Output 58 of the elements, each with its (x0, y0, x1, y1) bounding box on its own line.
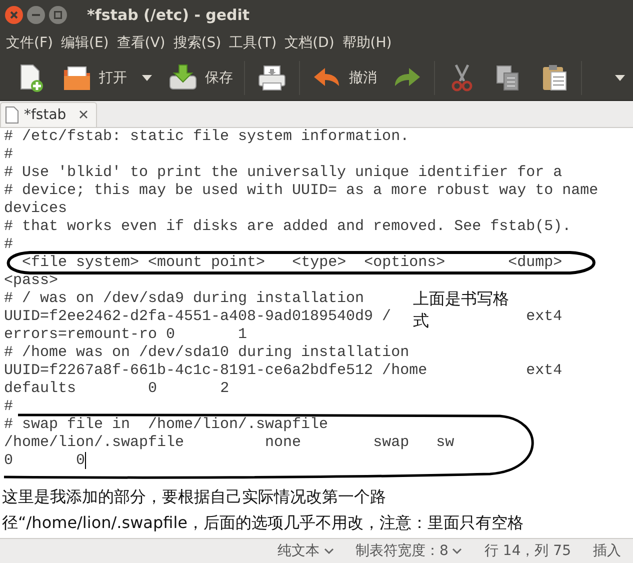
maximize-icon (54, 11, 62, 19)
menu-item[interactable]: 搜索(S) (169, 32, 226, 54)
document-icon (5, 106, 19, 124)
code-text: none (265, 434, 302, 451)
maximize-button[interactable] (49, 6, 67, 24)
code-text: 2 (220, 380, 230, 397)
caret-icon (614, 74, 626, 82)
menu-item[interactable]: 文件(F) (2, 32, 57, 54)
undo-button[interactable]: 撤消 (304, 58, 384, 98)
code-text: <type> <options> (292, 254, 446, 271)
code-text: # / was on /dev/sda9 during installation (4, 290, 364, 307)
window-title: *fstab (/etc) - gedit (87, 4, 250, 26)
code-text: 0 (4, 452, 14, 469)
code-text: errors=remount-ro 0 (4, 326, 176, 343)
code-text: defaults (4, 380, 76, 397)
code-text: devices (4, 200, 68, 217)
caret-icon (141, 74, 153, 82)
code-text: UUID=f2ee2462-d2fa-4551-a408-9ad0189540d9 / (4, 308, 392, 325)
code-text: 0 (148, 380, 158, 397)
save-button[interactable]: 保存 (160, 58, 240, 98)
code-text: # (4, 398, 14, 415)
code-text: # Use 'blkid' to print the universally unique identifier for a (4, 164, 562, 181)
annotation-text: 上面是书写格式 (413, 288, 510, 332)
menu-item[interactable]: 工具(T) (225, 32, 281, 54)
text-cursor (85, 452, 86, 469)
menu-item[interactable]: 帮助(H) (338, 32, 396, 54)
code-text: ext4 (526, 308, 562, 325)
code-text: <pass> (4, 272, 58, 289)
code-text: <dump> (508, 254, 562, 271)
code-text: sw (436, 434, 454, 451)
code-text: 1 (238, 326, 248, 343)
code-text: # device; this may be used with UUID= as a more robust way to name (4, 182, 598, 199)
minimize-button[interactable] (27, 6, 45, 24)
code-text: # /etc/fstab: static file system information. (4, 128, 410, 145)
code-text: # (4, 146, 14, 163)
code-text: 0 (76, 452, 86, 469)
minimize-icon (32, 14, 40, 16)
code-text: UUID=f2267a8f-661b-4c1c-8191-ce6a2bdfe512 /home (4, 362, 428, 379)
close-icon (10, 11, 18, 19)
status-text: 插入 (593, 542, 621, 560)
code-text: # (4, 236, 14, 253)
menu-item[interactable]: 文档(D) (280, 32, 338, 54)
code-text: ext4 (526, 362, 562, 379)
close-button[interactable] (5, 6, 23, 24)
menu-item[interactable]: 编辑(E) (56, 32, 113, 54)
status-text: 行 14，列 75 (484, 542, 571, 560)
tab-label: *fstab (24, 106, 66, 124)
code-text: # that works even if disks are added and removed. See fstab(5). (4, 218, 572, 235)
code-text: swap (373, 434, 410, 451)
code-text: # swap file in /home/lion/.swapfile (4, 416, 328, 433)
open-button[interactable]: 打开 (54, 58, 134, 98)
code-text: <file system> <mount point> (22, 254, 266, 271)
file-tab[interactable]: *fstab (0, 102, 98, 127)
code-text: /home/lion/.swapfile (4, 434, 184, 451)
code-text: # /home was on /dev/sda10 during installation (4, 344, 410, 361)
status-dropdown[interactable]: 纯文本 (278, 540, 334, 562)
status-dropdown[interactable]: 制表符宽度：8 (356, 540, 462, 562)
menu-item[interactable]: 查看(V) (112, 32, 170, 54)
